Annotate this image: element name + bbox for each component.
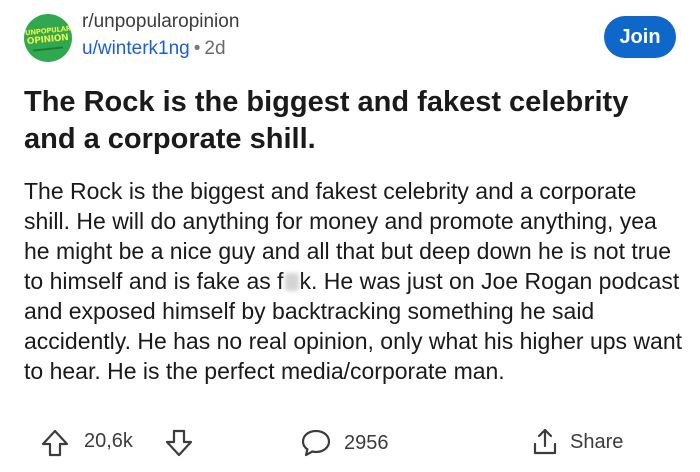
comment-count: 2956 [344,431,389,454]
subreddit-avatar[interactable]: UNPOPULAR OPINION [24,14,72,62]
share-button[interactable]: Share [530,426,623,458]
downvote-button[interactable] [164,428,194,458]
post-body: The Rock is the biggest and fakest celeb… [24,176,684,386]
comments-button[interactable]: 2956 [300,428,389,458]
username-link[interactable]: u/winterk1ng [82,38,190,59]
comment-bubble-icon [301,429,331,457]
arrow-down-icon [165,429,193,457]
vote-count: 20,6k [84,430,133,452]
post-header: UNPOPULAR OPINION r/unpopularopinion u/w… [24,10,676,66]
join-button[interactable]: Join [604,16,676,58]
upvote-button[interactable] [40,428,70,458]
censor-blur [284,273,299,291]
post-title[interactable]: The Rock is the biggest and fakest celeb… [24,84,674,158]
share-label: Share [570,430,624,453]
subreddit-link[interactable]: r/unpopularopinion [82,10,239,34]
avatar-stripe [32,45,64,52]
share-icon [533,428,557,455]
post-age: 2d [204,38,226,59]
separator-dot: • [193,38,201,59]
arrow-up-icon [41,429,69,457]
author-line: u/winterk1ng • 2d [82,36,239,62]
post-meta: r/unpopularopinion u/winterk1ng • 2d [82,10,239,62]
action-bar: 20,6k 2956 Share [0,420,700,464]
